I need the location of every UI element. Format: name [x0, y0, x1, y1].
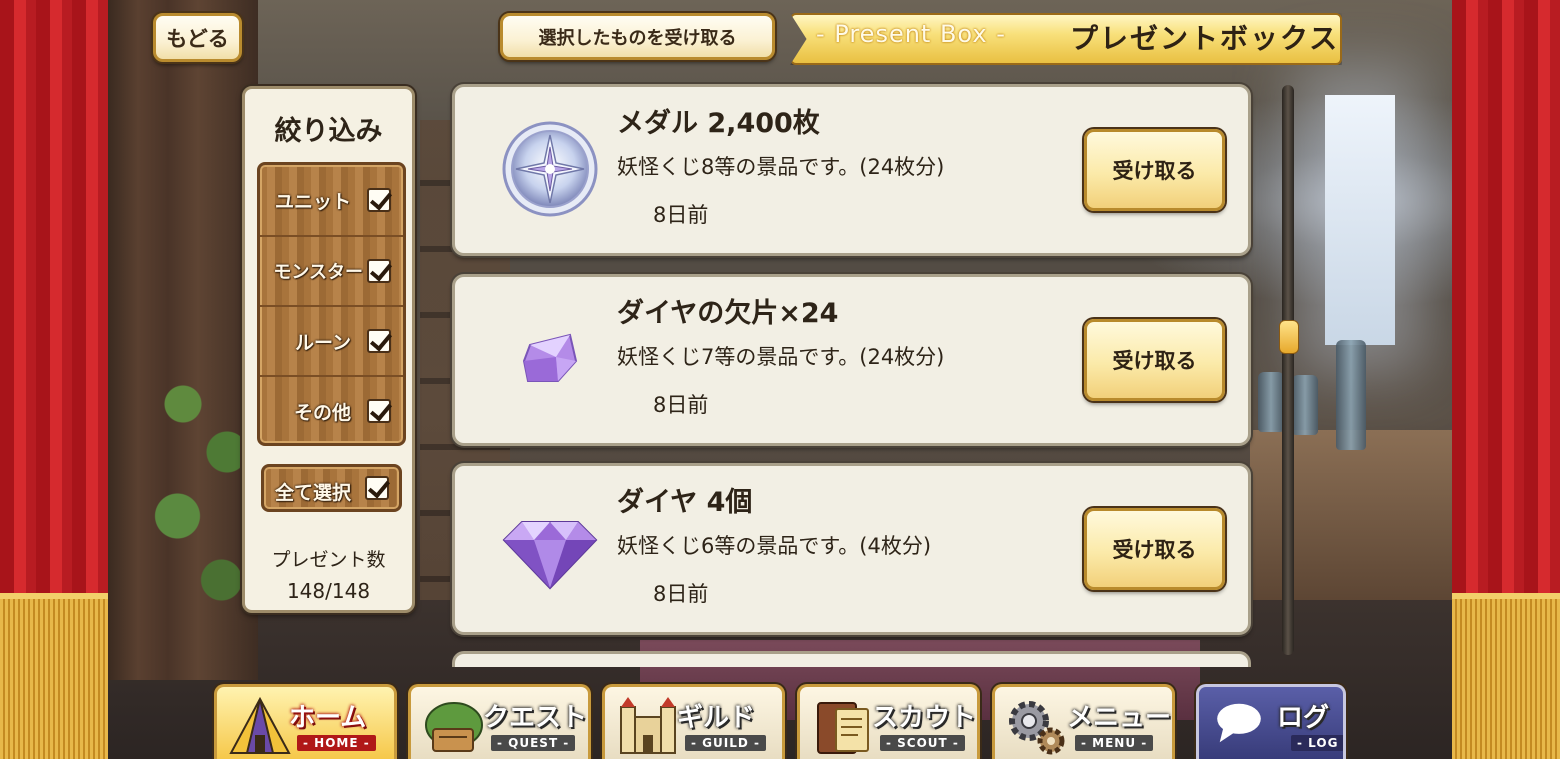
chat-bubble-icon	[1217, 703, 1261, 743]
nav-sublabel: - GUILD -	[685, 735, 766, 751]
nav-label: ログ	[1277, 703, 1330, 733]
select-all-label: 全て選択	[274, 482, 351, 504]
receive-button[interactable]: 受け取る	[1084, 319, 1225, 401]
nav-log[interactable]: ログ - LOG -	[1196, 684, 1346, 759]
back-button[interactable]: もどる	[153, 13, 242, 62]
curtain-left	[0, 0, 108, 759]
present-timestamp: 8日前	[653, 582, 709, 606]
scout-book-icon	[817, 702, 869, 754]
checkbox-checked[interactable]	[365, 476, 389, 500]
medal-icon	[502, 121, 598, 217]
present-name: ダイヤ 4個	[617, 487, 753, 518]
receive-selected-button[interactable]: 選択したものを受け取る	[500, 13, 775, 60]
nav-scout[interactable]: スカウト - SCOUT -	[797, 684, 980, 759]
present-description: 妖怪くじ7等の景品です。(24枚分)	[617, 345, 945, 369]
checkbox-checked[interactable]	[367, 329, 391, 353]
curtain-fringe	[0, 593, 108, 759]
page-title: プレゼントボックス	[1070, 22, 1340, 55]
nav-label: ギルド	[677, 703, 756, 733]
background-jar	[1258, 372, 1284, 432]
scrollbar-track[interactable]	[1282, 85, 1294, 655]
select-all-button[interactable]: 全て選択	[261, 464, 402, 512]
nav-label: メニュー	[1067, 703, 1172, 733]
present-item: ダイヤ 4個 妖怪くじ6等の景品です。(4枚分) 8日前 受け取る	[452, 463, 1251, 635]
present-timestamp: 8日前	[653, 203, 709, 227]
filter-label: モンスター	[273, 262, 363, 283]
nav-label: スカウト	[872, 703, 977, 733]
background-bottle	[1336, 340, 1366, 450]
checkbox-checked[interactable]	[367, 259, 391, 283]
scrollbar-thumb[interactable]	[1279, 320, 1299, 354]
filter-panel: 絞り込み ユニット モンスター ルーン その他 全て選択 プレゼント数 148/…	[242, 86, 415, 613]
present-description: 妖怪くじ8等の景品です。(24枚分)	[617, 155, 945, 179]
filter-options: ユニット モンスター ルーン その他	[257, 162, 406, 446]
nav-sublabel: - LOG -	[1291, 735, 1343, 751]
curtain-right	[1452, 0, 1560, 759]
nav-quest[interactable]: クエスト - QUEST -	[408, 684, 591, 759]
nav-sublabel: - HOME -	[297, 735, 376, 751]
nav-guild[interactable]: ギルド - GUILD -	[602, 684, 785, 759]
curtain-fringe	[1452, 593, 1560, 759]
nav-sublabel: - QUEST -	[491, 735, 576, 751]
diamond-icon	[502, 521, 598, 590]
home-tent-icon	[229, 696, 291, 754]
filter-title: 絞り込み	[274, 116, 383, 147]
filter-label: ルーン	[294, 331, 351, 354]
present-item-partial	[452, 651, 1251, 667]
receive-button[interactable]: 受け取る	[1084, 129, 1225, 211]
checkbox-checked[interactable]	[367, 399, 391, 423]
receive-button[interactable]: 受け取る	[1084, 508, 1225, 590]
present-description: 妖怪くじ6等の景品です。(4枚分)	[617, 534, 932, 558]
present-name: ダイヤの欠片×24	[617, 298, 839, 329]
nav-label: ホーム	[289, 703, 367, 733]
checkbox-checked[interactable]	[367, 188, 391, 212]
nav-sublabel: - MENU -	[1075, 735, 1154, 751]
nav-menu[interactable]: メニュー - MENU -	[992, 684, 1175, 759]
present-count-value: 148/148	[286, 579, 371, 603]
present-count-label: プレゼント数	[271, 549, 386, 571]
filter-other[interactable]: その他	[260, 375, 403, 445]
nav-label: クエスト	[483, 703, 588, 733]
filter-rune[interactable]: ルーン	[260, 305, 403, 375]
nav-sublabel: - SCOUT -	[880, 735, 965, 751]
title-english: - Present Box -	[816, 20, 1006, 48]
gear-icon	[1009, 701, 1065, 755]
quest-map-icon	[425, 702, 483, 752]
guild-castle-icon	[620, 697, 676, 754]
filter-monster[interactable]: モンスター	[260, 235, 403, 305]
filter-label: その他	[293, 401, 351, 424]
present-timestamp: 8日前	[653, 393, 709, 417]
filter-label: ユニット	[274, 190, 351, 213]
background-jar	[1292, 375, 1318, 435]
nav-home[interactable]: ホーム - HOME -	[214, 684, 397, 759]
filter-unit[interactable]: ユニット	[260, 165, 403, 235]
present-item: ダイヤの欠片×24 妖怪くじ7等の景品です。(24枚分) 8日前 受け取る	[452, 274, 1251, 446]
background-window	[1325, 95, 1395, 345]
diamond-shard-icon	[522, 333, 578, 382]
present-name: メダル 2,400枚	[617, 108, 820, 139]
present-item: メダル 2,400枚 妖怪くじ8等の景品です。(24枚分) 8日前 受け取る	[452, 84, 1251, 256]
